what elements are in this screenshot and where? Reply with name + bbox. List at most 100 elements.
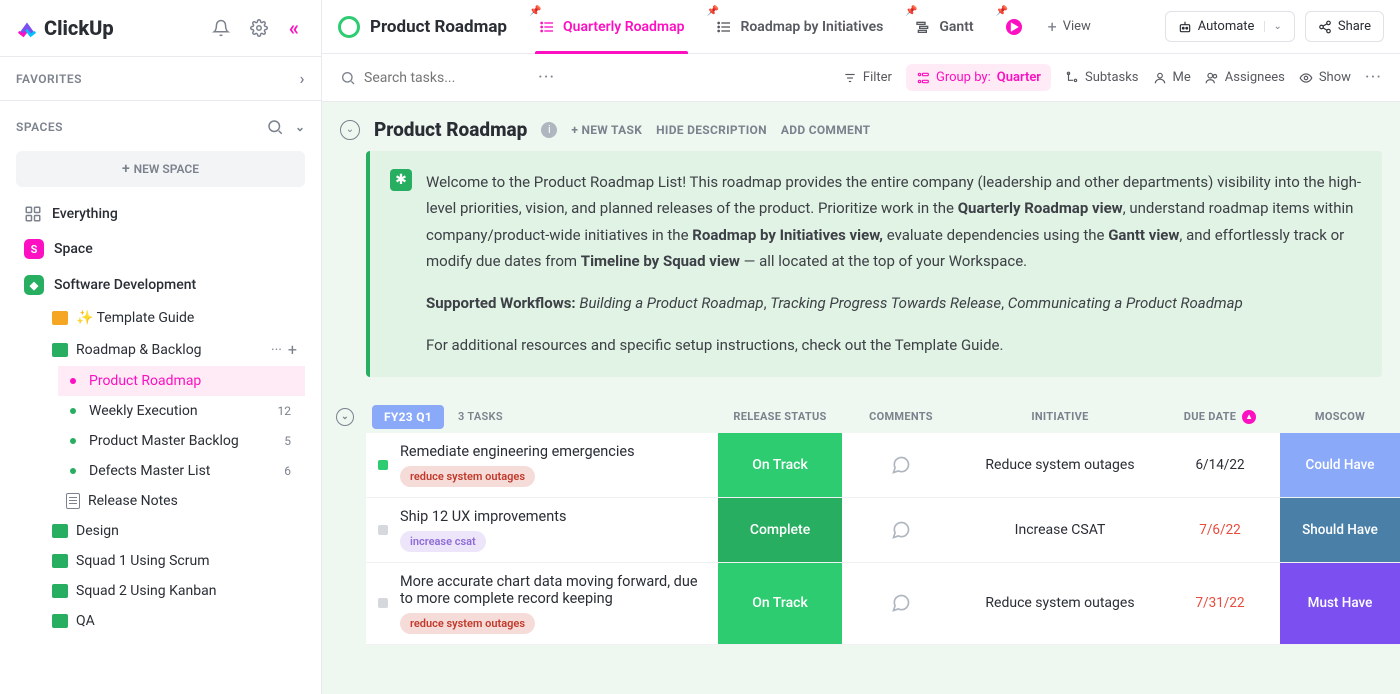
filter-button[interactable]: Filter bbox=[843, 70, 892, 85]
sidebar-item-defects-master-list[interactable]: Defects Master List 6 bbox=[58, 456, 305, 486]
collapse-list-icon[interactable]: ⌄ bbox=[340, 120, 360, 140]
tab-gantt[interactable]: 📌 Gantt bbox=[901, 0, 987, 53]
hide-description-button[interactable]: HIDE DESCRIPTION bbox=[656, 123, 767, 137]
new-space-label: NEW SPACE bbox=[134, 162, 199, 176]
sidebar-item-product-roadmap[interactable]: Product Roadmap bbox=[58, 366, 305, 396]
group-icon bbox=[916, 71, 930, 85]
show-button[interactable]: Show bbox=[1299, 70, 1351, 85]
task-row[interactable]: Ship 12 UX improvements increase csat Co… bbox=[366, 498, 1400, 563]
notifications-icon[interactable] bbox=[207, 14, 235, 42]
moscow-cell[interactable]: Should Have bbox=[1280, 498, 1400, 562]
brand-name: ClickUp bbox=[44, 16, 114, 40]
list-dot-icon bbox=[70, 408, 76, 414]
search-more-icon[interactable]: ··· bbox=[538, 67, 555, 88]
doc-icon bbox=[66, 493, 80, 509]
due-date-cell[interactable]: 6/14/22 bbox=[1160, 433, 1280, 497]
space-avatar-icon: ◆ bbox=[24, 275, 44, 295]
task-tag[interactable]: increase csat bbox=[400, 531, 486, 552]
search-tasks[interactable] bbox=[340, 70, 524, 86]
initiative-cell[interactable]: Reduce system outages bbox=[960, 433, 1160, 497]
sidebar-item-qa[interactable]: QA bbox=[44, 606, 305, 636]
task-row[interactable]: More accurate chart data moving forward,… bbox=[366, 563, 1400, 645]
logo[interactable]: ClickUp bbox=[16, 16, 197, 40]
tab-label: Roadmap by Initiatives bbox=[740, 19, 883, 35]
favorites-header[interactable]: FAVORITES › bbox=[16, 69, 305, 88]
moscow-cell[interactable]: Could Have bbox=[1280, 433, 1400, 497]
collapse-group-icon[interactable]: ⌄ bbox=[336, 408, 354, 426]
sidebar-item-release-notes[interactable]: Release Notes bbox=[58, 486, 305, 516]
list-header: ⌄ Product Roadmap i + NEW TASK HIDE DESC… bbox=[322, 102, 1400, 151]
chevron-down-icon[interactable]: ⌄ bbox=[1264, 21, 1281, 32]
sidebar-item-product-master-backlog[interactable]: Product Master Backlog 5 bbox=[58, 426, 305, 456]
col-header-due-date[interactable]: DUE DATE▲ bbox=[1160, 410, 1280, 424]
new-task-button[interactable]: + NEW TASK bbox=[571, 123, 642, 137]
search-spaces-icon[interactable] bbox=[265, 117, 285, 137]
task-tag[interactable]: reduce system outages bbox=[400, 466, 535, 487]
sidebar-item-roadmap-backlog[interactable]: Roadmap & Backlog ··· + bbox=[44, 333, 305, 366]
release-status-cell[interactable]: On Track bbox=[718, 563, 842, 644]
settings-icon[interactable] bbox=[245, 14, 273, 42]
assignees-button[interactable]: Assignees bbox=[1205, 70, 1285, 85]
info-icon[interactable]: i bbox=[541, 122, 557, 138]
comments-cell[interactable] bbox=[842, 563, 960, 644]
sidebar-item-software-dev[interactable]: ◆ Software Development bbox=[16, 267, 305, 303]
user-icon bbox=[1153, 71, 1167, 85]
sidebar-item-design[interactable]: Design bbox=[44, 516, 305, 546]
sidebar-item-everything[interactable]: Everything bbox=[16, 197, 305, 231]
initiative-cell[interactable]: Increase CSAT bbox=[960, 498, 1160, 562]
col-header-moscow[interactable]: MOSCOW bbox=[1280, 410, 1400, 424]
moscow-cell[interactable]: Must Have bbox=[1280, 563, 1400, 644]
task-status-icon[interactable] bbox=[378, 460, 388, 470]
toolbar-more-icon[interactable]: ··· bbox=[1365, 67, 1382, 88]
comments-cell[interactable] bbox=[842, 498, 960, 562]
sidebar-item-template-guide[interactable]: ✨ Template Guide bbox=[44, 303, 305, 333]
automate-label: Automate bbox=[1198, 19, 1255, 34]
sidebar-item-weekly-execution[interactable]: Weekly Execution 12 bbox=[58, 396, 305, 426]
add-view-button[interactable]: +View bbox=[1040, 11, 1099, 42]
pin-icon: 📌 bbox=[706, 6, 722, 22]
sidebar-item-space[interactable]: S Space bbox=[16, 231, 305, 267]
due-date-cell[interactable]: 7/31/22 bbox=[1160, 563, 1280, 644]
add-comment-button[interactable]: ADD COMMENT bbox=[781, 123, 871, 137]
group-by-button[interactable]: Group by: Quarter bbox=[906, 64, 1051, 91]
release-status-cell[interactable]: On Track bbox=[718, 433, 842, 497]
more-icon[interactable]: ··· bbox=[271, 342, 282, 358]
tab-extra-view[interactable]: 📌 bbox=[992, 0, 1036, 53]
task-tag[interactable]: reduce system outages bbox=[400, 613, 535, 634]
col-header-comments[interactable]: COMMENTS bbox=[842, 410, 960, 424]
task-status-icon[interactable] bbox=[378, 598, 388, 608]
sidebar-item-label: Everything bbox=[52, 206, 118, 222]
me-button[interactable]: Me bbox=[1153, 70, 1191, 85]
subtasks-button[interactable]: Subtasks bbox=[1065, 70, 1139, 85]
tab-quarterly-roadmap[interactable]: 📌 Quarterly Roadmap bbox=[525, 0, 698, 53]
page-title-block[interactable]: Product Roadmap bbox=[338, 16, 521, 38]
chevron-right-icon: › bbox=[300, 69, 305, 88]
due-date-cell[interactable]: 7/6/22 bbox=[1160, 498, 1280, 562]
collapse-sidebar-icon[interactable]: « bbox=[283, 16, 305, 40]
group-chip[interactable]: FY23 Q1 bbox=[372, 405, 444, 429]
release-status-cell[interactable]: Complete bbox=[718, 498, 842, 562]
add-icon[interactable]: + bbox=[288, 340, 297, 359]
share-button[interactable]: Share bbox=[1305, 11, 1384, 42]
item-count: 12 bbox=[278, 404, 298, 418]
new-space-button[interactable]: +NEW SPACE bbox=[16, 151, 305, 187]
task-status-icon[interactable] bbox=[378, 525, 388, 535]
search-input[interactable] bbox=[364, 70, 524, 86]
automate-button[interactable]: Automate ⌄ bbox=[1165, 11, 1295, 42]
task-row[interactable]: Remediate engineering emergencies reduce… bbox=[366, 433, 1400, 498]
folder-icon bbox=[52, 554, 68, 568]
sidebar-item-squad-1[interactable]: Squad 1 Using Scrum bbox=[44, 546, 305, 576]
tab-roadmap-by-initiatives[interactable]: 📌 Roadmap by Initiatives bbox=[702, 0, 897, 53]
col-header-status[interactable]: RELEASE STATUS bbox=[718, 410, 842, 424]
main: Product Roadmap 📌 Quarterly Roadmap 📌 Ro… bbox=[322, 0, 1400, 694]
subtask-icon bbox=[1065, 71, 1079, 85]
folder-icon bbox=[52, 584, 68, 598]
pin-icon: 📌 bbox=[905, 6, 921, 22]
comments-cell[interactable] bbox=[842, 433, 960, 497]
col-header-initiative[interactable]: INITIATIVE bbox=[960, 410, 1160, 424]
sidebar-item-squad-2[interactable]: Squad 2 Using Kanban bbox=[44, 576, 305, 606]
sidebar-item-label: Design bbox=[76, 523, 119, 539]
task-title: More accurate chart data moving forward,… bbox=[400, 573, 706, 607]
chevron-down-icon[interactable]: ⌄ bbox=[295, 120, 305, 134]
initiative-cell[interactable]: Reduce system outages bbox=[960, 563, 1160, 644]
